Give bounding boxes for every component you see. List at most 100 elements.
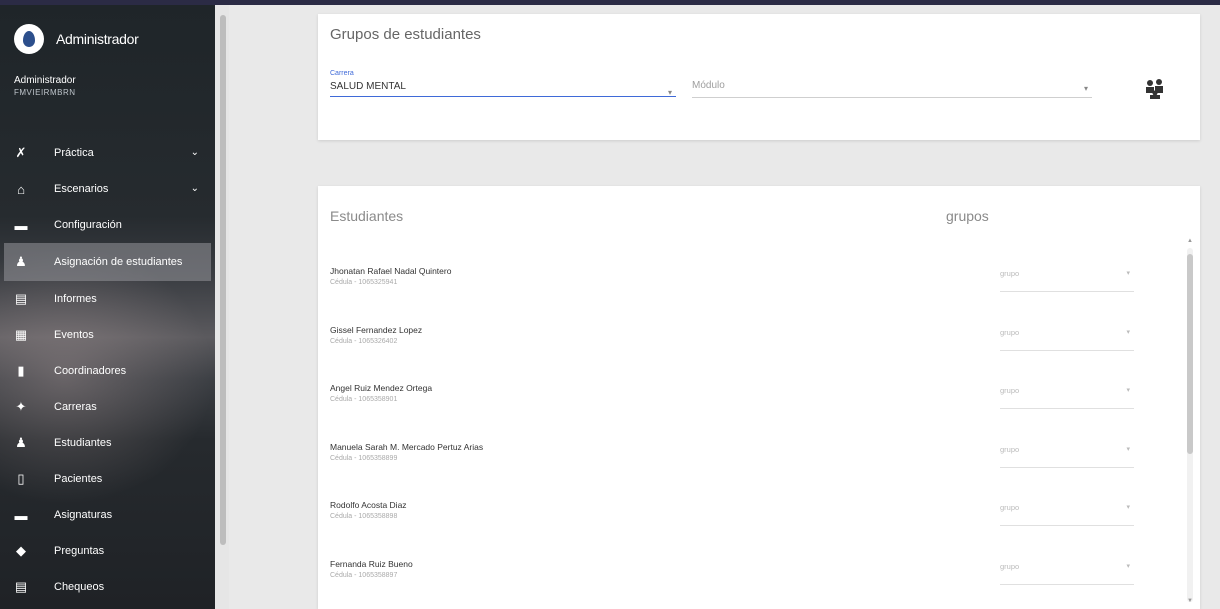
career-select[interactable]: Carrera SALUD MENTAL ▾ [330,70,676,97]
group-select[interactable]: grupo ▾ [1000,381,1134,409]
group-select[interactable]: grupo ▾ [1000,498,1134,526]
group-select-underline [1000,583,1134,585]
group-select[interactable]: grupo ▾ [1000,323,1134,351]
chevron-down-icon: ▾ [1126,562,1130,570]
brand-logo-icon [14,24,44,54]
sidebar-item-6[interactable]: ▮ Coordinadores [0,353,215,389]
students-card: Estudiantes grupos Jhonatan Rafael Nadal… [318,186,1200,609]
sidebar-nav: ✗ Práctica ⌄ ⌂ Escenarios ⌄ ▬ Configuración ♟ Asi… [0,135,215,605]
group-select-placeholder: grupo [1000,444,1020,454]
sidebar-item-label: Configuración [54,219,122,231]
chat-icon: ▬ [14,217,28,233]
student-id: Cédula - 1065358899 [330,454,398,462]
user-block: Administrador FMVIEIRMBRN [14,75,76,97]
groups-column-header: grupos [946,208,989,224]
group-select[interactable]: grupo ▾ [1000,264,1134,292]
chevron-down-icon: ⌄ [190,183,199,194]
sidebar-item-0[interactable]: ✗ Práctica ⌄ [0,135,215,171]
sidebar-item-label: Preguntas [54,545,105,557]
coordinator-icon: ▮ [17,363,25,378]
checklist-icon: ▤ [14,579,28,594]
clipboard-icon: ▯ [17,471,25,486]
group-select-underline [1000,408,1134,409]
sidebar-item-label: Eventos [54,329,94,341]
sidebar-item-12[interactable]: ▤ Chequeos [0,569,215,605]
sidebar-item-label: Asignaturas [54,509,113,521]
student-name: Rodolfo Acosta Diaz [330,500,407,510]
sidebar-item-8[interactable]: ♟ Estudiantes [0,425,215,461]
group-select-underline [1000,349,1134,351]
career-icon: ✦ [15,399,27,414]
module-select[interactable]: Módulo ▾ [692,80,1092,98]
sidebar-item-label: Práctica [54,147,94,159]
chevron-down-icon: ▾ [1126,445,1130,453]
career-select-underline [330,96,676,97]
group-select[interactable]: grupo ▾ [1000,557,1134,585]
chevron-down-icon: ▾ [1083,84,1088,93]
group-select-placeholder: grupo [1000,327,1020,337]
chevron-down-icon: ▾ [1126,328,1130,336]
module-select-placeholder: Módulo [692,80,725,91]
scroll-down-icon[interactable]: ▼ [1187,598,1193,604]
subjects-icon: ▬ [14,507,28,523]
student-list: Jhonatan Rafael Nadal Quintero Cédula - 1… [318,248,1184,599]
chevron-down-icon: ▾ [667,88,672,97]
calendar-icon: ▦ [14,327,28,342]
group-select-placeholder: grupo [1000,269,1020,278]
student-list-scrollbar[interactable]: ▲ ▼ [1184,238,1196,606]
group-select-placeholder: grupo [1000,503,1020,512]
sidebar-item-label: Estudiantes [54,437,112,449]
chevron-down-icon: ▾ [1126,270,1130,277]
group-assign-icon[interactable] [1144,78,1166,106]
student-row: Manuela Sarah M. Mercado Pertuz Arias Céd… [318,424,1184,483]
student-name: Angel Ruiz Mendez Ortega [330,383,433,393]
student-row: Jhonatan Rafael Nadal Quintero Cédula - 1… [318,248,1184,307]
user-subtitle: FMVIEIRMBRN [14,88,76,97]
report-icon: ▤ [14,291,28,306]
sidebar: Administrador Administrador FMVIEIRMBRN … [0,5,215,609]
student-row: Angel Ruiz Mendez Ortega Cédula - 1065358… [318,365,1184,424]
sidebar-item-11[interactable]: ◆ Preguntas [0,533,215,569]
students-column-header: Estudiantes [330,208,404,224]
brand-name: Administrador [56,31,139,47]
sidebar-item-2[interactable]: ▬ Configuración [0,207,215,243]
chevron-down-icon: ▾ [1126,387,1130,394]
student-row: Gissel Fernandez Lopez Cédula - 106532640… [318,307,1184,366]
sidebar-item-5[interactable]: ▦ Eventos [0,317,215,353]
home-icon: ⌂ [17,181,25,197]
chevron-down-icon: ⌄ [190,147,199,158]
brand[interactable]: Administrador [14,23,139,55]
group-select-underline [1000,466,1134,468]
user-name: Administrador [14,75,76,86]
sidebar-item-9[interactable]: ▯ Pacientes [0,461,215,497]
group-select-placeholder: grupo [1000,561,1020,571]
sidebar-item-7[interactable]: ✦ Carreras [0,389,215,425]
sidebar-item-label: Asignación de estudiantes [54,256,183,268]
group-select[interactable]: grupo ▾ [1000,440,1134,468]
sidebar-item-label: Carreras [54,401,97,413]
career-select-label: Carrera [330,70,354,77]
sidebar-scrollbar-thumb[interactable] [220,15,226,545]
chevron-down-icon: ▾ [1126,504,1130,511]
module-select-underline [692,97,1092,98]
student-name: Fernanda Ruiz Bueno [330,558,413,569]
sidebar-item-label: Chequeos [54,581,105,593]
student-row: Fernanda Ruiz Bueno Cédula - 1065358897 gr… [318,541,1184,600]
sidebar-item-10[interactable]: ▬ Asignaturas [0,497,215,533]
student-name: Manuela Sarah M. Mercado Pertuz Arias [330,441,484,452]
sidebar-item-label: Escenarios [54,183,109,195]
scrollbar-thumb[interactable] [1187,254,1193,454]
student-groups-card: Grupos de estudiantes Carrera SALUD MENT… [318,14,1200,140]
sidebar-item-4[interactable]: ▤ Informes [0,281,215,317]
student-name: Gissel Fernandez Lopez [330,324,423,335]
group-select-underline [1000,291,1134,292]
question-icon: ◆ [16,543,26,558]
student-row: Rodolfo Acosta Diaz Cédula - 1065358898 gr… [318,482,1184,541]
scroll-up-icon[interactable]: ▲ [1187,238,1193,244]
sidebar-scrollbar[interactable] [215,5,229,609]
sidebar-item-1[interactable]: ⌂ Escenarios ⌄ [0,171,215,207]
card-title: Grupos de estudiantes [330,26,481,43]
sidebar-item-3[interactable]: ♟ Asignación de estudiantes [4,243,211,281]
student-id: Cédula - 1065326402 [330,337,398,345]
sidebar-item-label: Coordinadores [54,365,127,377]
